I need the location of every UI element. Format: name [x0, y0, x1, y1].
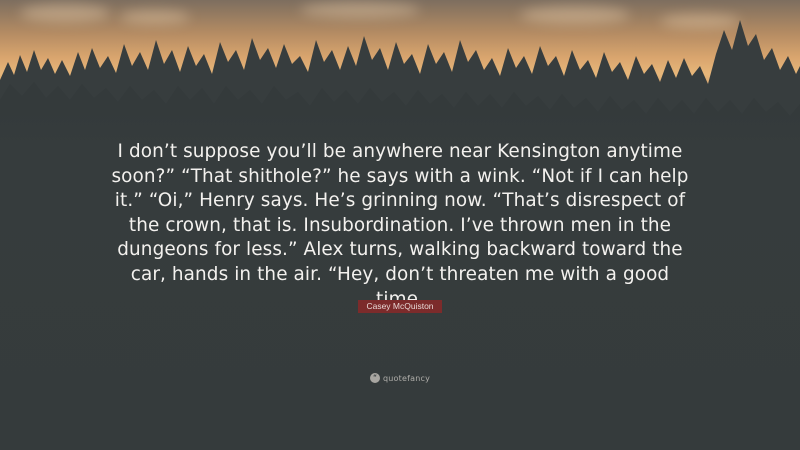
author-row: Casey McQuiston — [0, 296, 800, 314]
quote-container: I don’t suppose you’ll be anywhere near … — [110, 140, 690, 312]
brand-row: “ quotefancy — [0, 366, 800, 383]
quote-text: I don’t suppose you’ll be anywhere near … — [111, 141, 689, 310]
author-badge: Casey McQuiston — [358, 300, 442, 313]
wallpaper: I don’t suppose you’ll be anywhere near … — [0, 0, 800, 450]
quote-mark-icon: “ — [369, 373, 380, 383]
brand-name: quotefancy — [382, 373, 431, 383]
brand-logo: “ quotefancy — [369, 373, 431, 383]
